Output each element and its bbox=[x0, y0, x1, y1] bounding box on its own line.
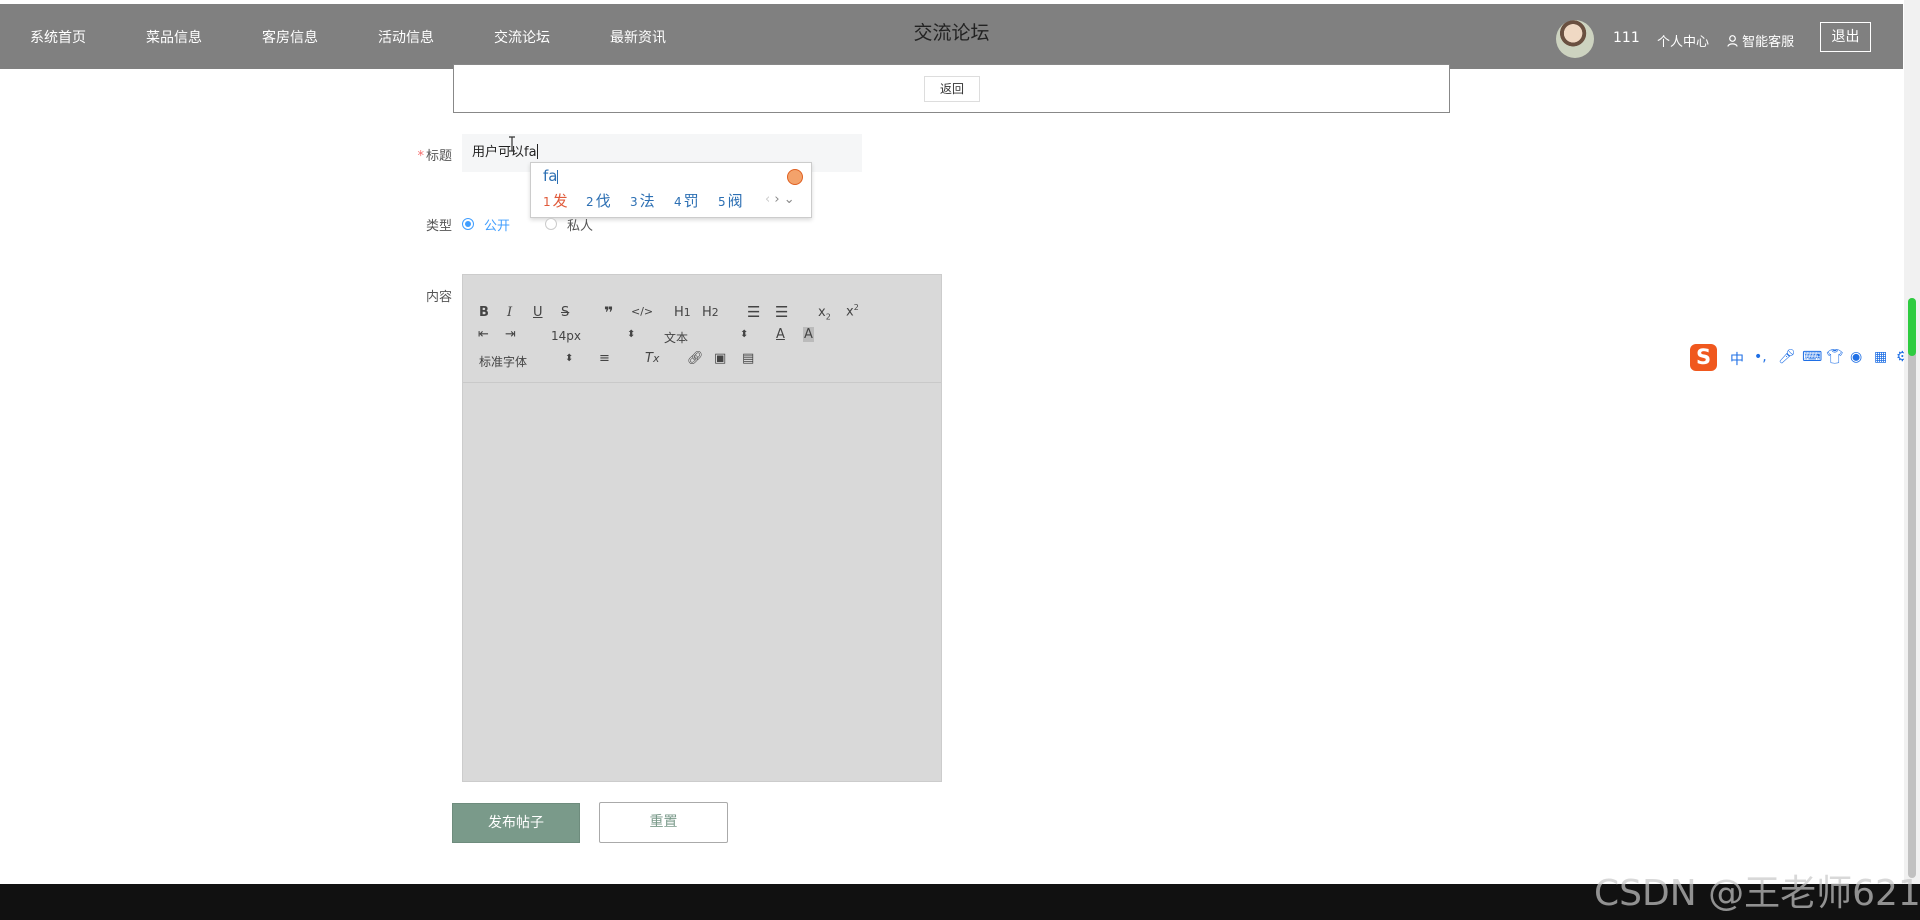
background-color-icon[interactable]: A bbox=[803, 327, 814, 342]
superscript-icon[interactable]: x2 bbox=[846, 303, 859, 319]
font-family-select[interactable]: 标准字体 ⬍ bbox=[479, 353, 575, 370]
text-color-icon[interactable]: A bbox=[776, 327, 785, 342]
underline-icon[interactable]: U bbox=[533, 305, 543, 320]
link-icon[interactable]: 🔗︎ bbox=[687, 351, 704, 366]
chevron-down-icon[interactable]: ⌄ bbox=[784, 192, 795, 207]
indent-icon[interactable]: ⇥ bbox=[505, 327, 516, 342]
user-name: 111 bbox=[1613, 30, 1640, 46]
toolbox-icon[interactable]: ◉ bbox=[1850, 349, 1862, 365]
apps-icon[interactable]: ▦ bbox=[1874, 349, 1887, 365]
radio-private-label[interactable]: 私人 bbox=[567, 215, 593, 234]
ime-logo[interactable]: S bbox=[1690, 344, 1717, 371]
rich-text-editor: B I U S ❞ </> H1 H2 ☰ ☰ x2 x2 ⇤ ⇥ 14px ⬍… bbox=[462, 274, 942, 782]
content-label: 内容 bbox=[425, 290, 452, 305]
ime-candidate[interactable]: 4罚 bbox=[674, 190, 699, 211]
ime-candidate[interactable]: 1发 bbox=[543, 190, 568, 211]
avatar[interactable] bbox=[1556, 20, 1594, 58]
skin-icon[interactable]: 👕︎ bbox=[1826, 349, 1844, 365]
text-cursor-icon bbox=[509, 136, 515, 152]
strike-icon[interactable]: S bbox=[561, 305, 569, 320]
ime-composition: fa bbox=[543, 167, 559, 185]
watermark: CSDN @王老师621 bbox=[1594, 873, 1920, 914]
scrollbar-indicator bbox=[1908, 298, 1916, 356]
subscript-icon[interactable]: x2 bbox=[818, 305, 831, 322]
font-size-select[interactable]: 14px ⬍ bbox=[551, 329, 637, 343]
ordered-list-icon[interactable]: ☰ bbox=[747, 303, 760, 321]
ime-mode-toggle[interactable]: 中 bbox=[1730, 349, 1744, 369]
personal-center-link[interactable]: 个人中心 bbox=[1657, 31, 1709, 50]
text-caret bbox=[536, 144, 538, 159]
image-icon[interactable]: ▣ bbox=[714, 351, 726, 366]
bullet-list-icon[interactable]: ☰ bbox=[775, 303, 788, 321]
title-input-value: 用户可以fa bbox=[472, 145, 537, 160]
back-button[interactable]: 返回 bbox=[924, 76, 980, 102]
ime-candidate[interactable]: 2伐 bbox=[586, 190, 611, 211]
align-icon[interactable]: ≡ bbox=[599, 351, 610, 366]
publish-post-button[interactable]: 发布帖子 bbox=[452, 803, 580, 843]
chevron-updown-icon: ⬍ bbox=[627, 329, 636, 340]
ime-candidate[interactable]: 5阀 bbox=[718, 190, 743, 211]
user-icon bbox=[1727, 35, 1738, 47]
title-label-text: 标题 bbox=[425, 149, 452, 164]
italic-icon[interactable]: I bbox=[507, 305, 512, 320]
reset-button[interactable]: 重置 bbox=[599, 802, 728, 843]
ime-candidate-popup: fa 1发 2伐 3法 4罚 5阀 ‹ › ⌄ bbox=[530, 162, 812, 218]
type-label: 类型 bbox=[425, 219, 452, 234]
heading2-icon[interactable]: H2 bbox=[702, 305, 719, 320]
editor-content-area[interactable] bbox=[463, 383, 941, 781]
clear-format-icon[interactable]: Tx bbox=[645, 351, 659, 366]
punctuation-icon[interactable]: •, bbox=[1754, 349, 1767, 365]
radio-private[interactable] bbox=[545, 218, 557, 230]
header-select[interactable]: 文本 ⬍ bbox=[664, 329, 750, 346]
title-label: * 标题 bbox=[392, 145, 452, 164]
top-nav-bar: 系统首页 菜品信息 客房信息 活动信息 交流论坛 最新资讯 交流论坛 111 个… bbox=[0, 4, 1903, 69]
editor-toolbar: B I U S ❞ </> H1 H2 ☰ ☰ x2 x2 ⇤ ⇥ 14px ⬍… bbox=[463, 275, 941, 383]
smart-service-link[interactable]: 智能客服 bbox=[1727, 31, 1794, 50]
chevron-updown-icon: ⬍ bbox=[565, 353, 574, 364]
ime-skin-icon[interactable] bbox=[787, 169, 803, 185]
vertical-scrollbar[interactable] bbox=[1904, 0, 1920, 884]
keyboard-icon[interactable]: ⌨ bbox=[1802, 349, 1822, 365]
heading1-icon[interactable]: H1 bbox=[674, 305, 691, 320]
chevron-updown-icon: ⬍ bbox=[740, 329, 749, 340]
bold-icon[interactable]: B bbox=[479, 305, 489, 320]
video-icon[interactable]: ▤ bbox=[742, 351, 754, 366]
outdent-icon[interactable]: ⇤ bbox=[478, 327, 489, 342]
blockquote-icon[interactable]: ❞ bbox=[604, 303, 613, 322]
radio-public[interactable] bbox=[462, 218, 474, 230]
microphone-icon[interactable]: 🎤︎ bbox=[1778, 349, 1796, 365]
logout-button[interactable]: 退出 bbox=[1820, 22, 1871, 52]
scrollbar-thumb[interactable] bbox=[1908, 298, 1916, 878]
smart-service-label: 智能客服 bbox=[1742, 35, 1795, 50]
ime-candidate[interactable]: 3法 bbox=[630, 190, 655, 211]
ime-status-toolbar: S 中 •, 🎤︎ ⌨ 👕︎ ◉ ▦ ⚙ bbox=[1690, 344, 1920, 372]
required-mark: * bbox=[417, 149, 424, 164]
code-icon[interactable]: </> bbox=[631, 305, 653, 318]
chevron-left-icon[interactable]: ‹ bbox=[765, 192, 770, 207]
radio-public-label[interactable]: 公开 bbox=[484, 215, 510, 234]
chevron-right-icon[interactable]: › bbox=[774, 192, 779, 207]
ime-page-nav[interactable]: ‹ › ⌄ bbox=[765, 192, 795, 207]
